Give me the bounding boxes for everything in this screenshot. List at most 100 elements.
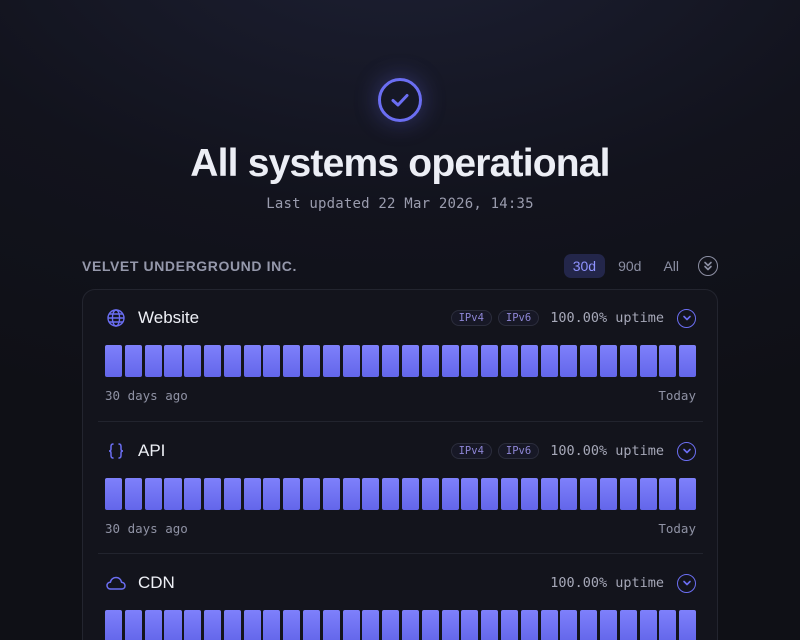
uptime-day-bar[interactable]: [580, 610, 598, 640]
uptime-day-bar[interactable]: [540, 478, 558, 510]
uptime-day-bar[interactable]: [679, 345, 697, 377]
uptime-day-bar[interactable]: [362, 478, 380, 510]
uptime-day-bar[interactable]: [540, 610, 558, 640]
uptime-day-bar[interactable]: [342, 345, 360, 377]
uptime-day-bar[interactable]: [184, 478, 202, 510]
uptime-day-bar[interactable]: [105, 345, 123, 377]
uptime-day-bar[interactable]: [520, 478, 538, 510]
uptime-day-bar[interactable]: [461, 610, 479, 640]
uptime-day-bar[interactable]: [580, 478, 598, 510]
uptime-day-bar[interactable]: [520, 610, 538, 640]
uptime-day-bar[interactable]: [223, 478, 241, 510]
uptime-day-bar[interactable]: [283, 478, 301, 510]
uptime-day-bar[interactable]: [223, 345, 241, 377]
expand-all-icon[interactable]: [698, 256, 718, 276]
range-90d-button[interactable]: 90d: [609, 254, 650, 278]
uptime-day-bar[interactable]: [203, 610, 222, 640]
uptime-day-bar[interactable]: [441, 610, 459, 640]
uptime-day-bar[interactable]: [560, 345, 578, 377]
uptime-day-bar[interactable]: [540, 345, 558, 377]
uptime-day-bar[interactable]: [560, 610, 578, 640]
uptime-day-bar[interactable]: [382, 610, 400, 640]
uptime-day-bar[interactable]: [302, 610, 321, 640]
uptime-day-bar[interactable]: [322, 345, 340, 377]
uptime-day-bar[interactable]: [382, 345, 400, 377]
uptime-day-bar[interactable]: [164, 610, 182, 640]
uptime-day-bar[interactable]: [500, 345, 519, 377]
cloud-icon: [105, 572, 127, 594]
uptime-day-bar[interactable]: [243, 610, 261, 640]
uptime-day-bar[interactable]: [124, 610, 142, 640]
uptime-day-bar[interactable]: [679, 610, 697, 640]
uptime-day-bar[interactable]: [441, 345, 459, 377]
uptime-day-bar[interactable]: [144, 345, 162, 377]
uptime-day-bar[interactable]: [164, 478, 182, 510]
uptime-day-bar[interactable]: [639, 610, 657, 640]
uptime-day-bar[interactable]: [481, 478, 499, 510]
uptime-day-bar[interactable]: [659, 610, 677, 640]
uptime-day-bar[interactable]: [124, 345, 142, 377]
uptime-day-bar[interactable]: [659, 478, 677, 510]
uptime-day-bar[interactable]: [639, 345, 657, 377]
chevron-down-icon[interactable]: [677, 441, 696, 461]
uptime-day-bar[interactable]: [263, 610, 281, 640]
uptime-day-bar[interactable]: [619, 610, 637, 640]
uptime-day-bar[interactable]: [599, 345, 618, 377]
uptime-day-bar[interactable]: [461, 345, 479, 377]
uptime-day-bar[interactable]: [441, 478, 459, 510]
uptime-day-bar[interactable]: [560, 478, 578, 510]
uptime-day-bar[interactable]: [223, 610, 241, 640]
uptime-day-bar[interactable]: [203, 478, 222, 510]
uptime-day-bar[interactable]: [619, 345, 637, 377]
uptime-day-bar[interactable]: [520, 345, 538, 377]
uptime-day-bar[interactable]: [105, 610, 123, 640]
uptime-day-bar[interactable]: [461, 478, 479, 510]
range-all-button[interactable]: All: [654, 254, 688, 278]
uptime-day-bar[interactable]: [243, 478, 261, 510]
uptime-day-bar[interactable]: [184, 345, 202, 377]
uptime-day-bar[interactable]: [382, 478, 400, 510]
uptime-day-bar[interactable]: [481, 610, 499, 640]
uptime-day-bar[interactable]: [500, 478, 519, 510]
uptime-day-bar[interactable]: [105, 478, 123, 510]
uptime-day-bar[interactable]: [679, 478, 697, 510]
uptime-day-bar[interactable]: [203, 345, 222, 377]
chevron-down-icon[interactable]: [677, 308, 696, 328]
uptime-day-bar[interactable]: [302, 478, 321, 510]
uptime-day-bar[interactable]: [500, 610, 519, 640]
uptime-day-bar[interactable]: [263, 345, 281, 377]
org-name: VELVET UNDERGROUND INC.: [82, 258, 297, 274]
uptime-day-bar[interactable]: [283, 345, 301, 377]
uptime-day-bar[interactable]: [639, 478, 657, 510]
uptime-day-bar[interactable]: [144, 478, 162, 510]
uptime-day-bar[interactable]: [580, 345, 598, 377]
uptime-day-bar[interactable]: [184, 610, 202, 640]
uptime-day-bar[interactable]: [481, 345, 499, 377]
uptime-day-bar[interactable]: [342, 610, 360, 640]
uptime-day-bar[interactable]: [243, 345, 261, 377]
uptime-day-bar[interactable]: [421, 478, 439, 510]
uptime-day-bar[interactable]: [283, 610, 301, 640]
service-cdn: CDN 100.00% uptime: [105, 570, 697, 640]
uptime-day-bar[interactable]: [302, 345, 321, 377]
uptime-day-bar[interactable]: [124, 478, 142, 510]
uptime-day-bar[interactable]: [401, 478, 420, 510]
uptime-day-bar[interactable]: [599, 478, 618, 510]
uptime-day-bar[interactable]: [322, 478, 340, 510]
uptime-day-bar[interactable]: [342, 478, 360, 510]
uptime-day-bar[interactable]: [362, 345, 380, 377]
range-30d-button[interactable]: 30d: [563, 254, 606, 278]
uptime-day-bar[interactable]: [401, 345, 420, 377]
uptime-day-bar[interactable]: [401, 610, 420, 640]
uptime-day-bar[interactable]: [619, 478, 637, 510]
uptime-day-bar[interactable]: [164, 345, 182, 377]
uptime-day-bar[interactable]: [322, 610, 340, 640]
uptime-day-bar[interactable]: [362, 610, 380, 640]
uptime-day-bar[interactable]: [421, 610, 439, 640]
uptime-day-bar[interactable]: [421, 345, 439, 377]
uptime-day-bar[interactable]: [659, 345, 677, 377]
uptime-day-bar[interactable]: [599, 610, 618, 640]
chevron-down-icon[interactable]: [677, 573, 696, 593]
uptime-day-bar[interactable]: [144, 610, 162, 640]
uptime-day-bar[interactable]: [263, 478, 281, 510]
